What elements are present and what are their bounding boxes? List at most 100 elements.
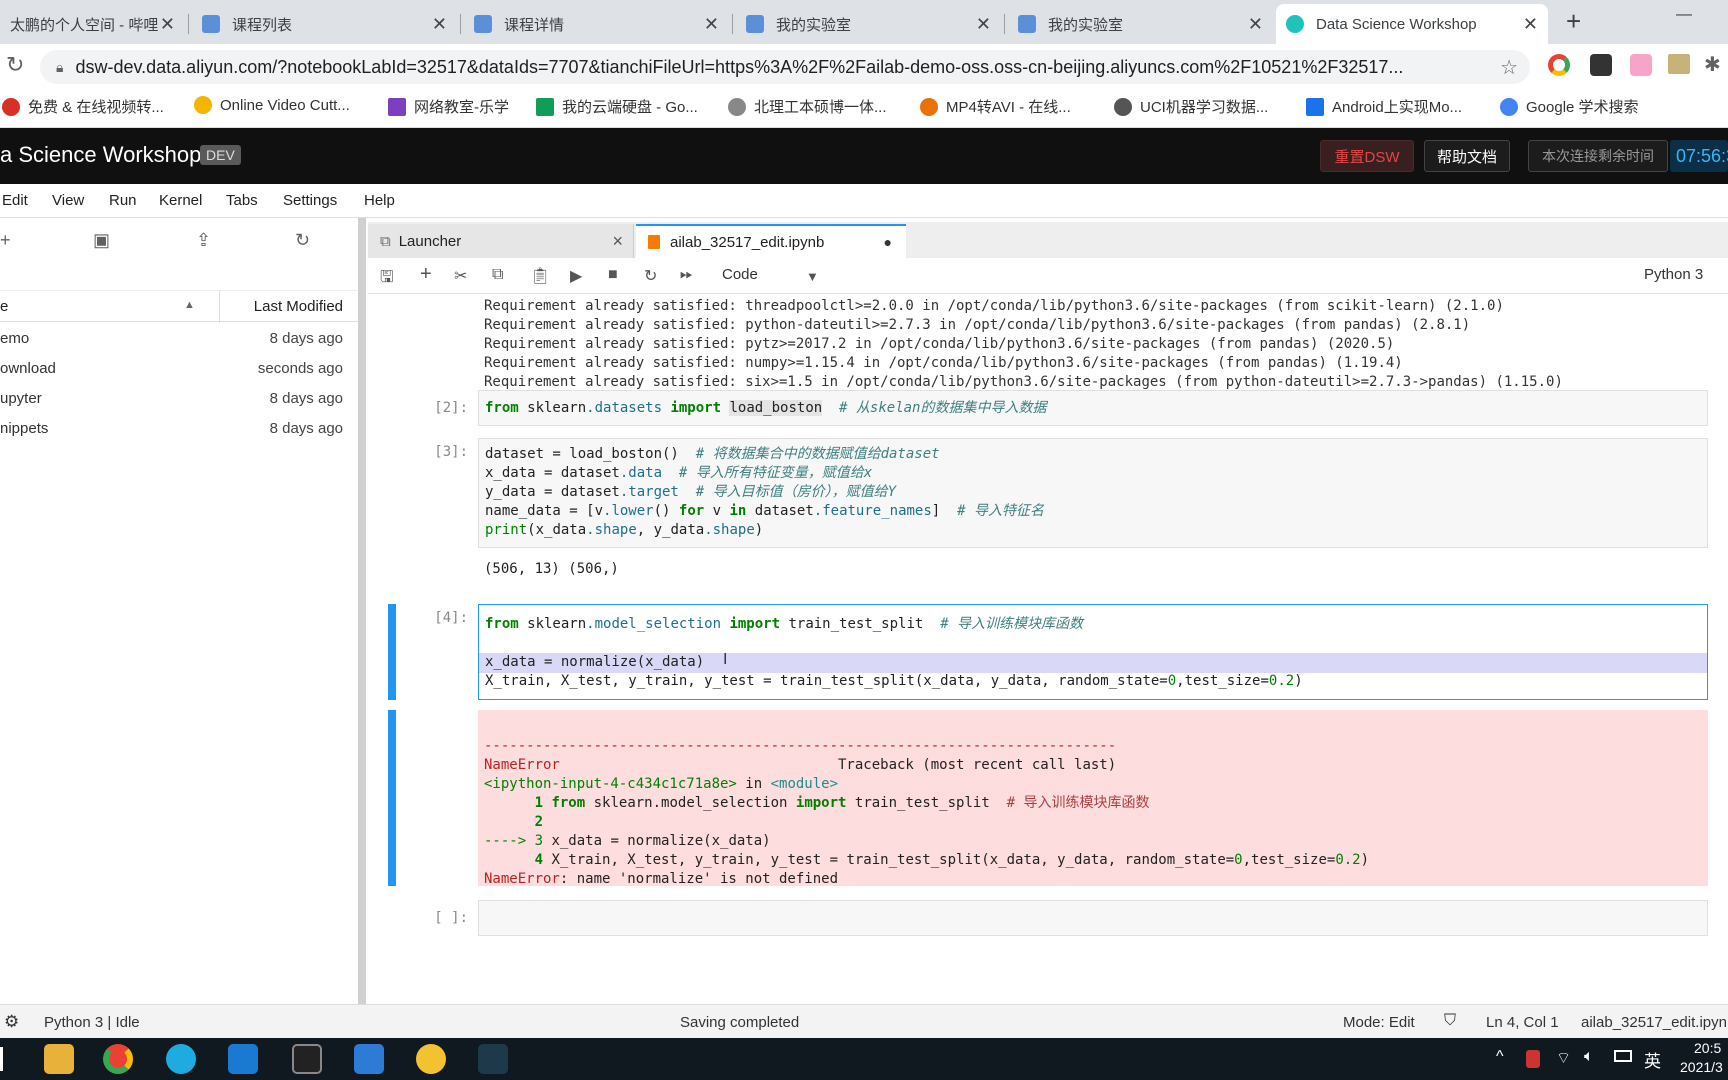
file-row[interactable]: upyter 8 days ago (0, 384, 359, 414)
file-row[interactable]: emo 8 days ago (0, 324, 359, 354)
wifi-icon[interactable]: ⌔ (1556, 1048, 1571, 1068)
cell-type-select[interactable]: Code (722, 266, 758, 283)
close-icon[interactable]: ✕ (704, 14, 719, 35)
browser-tab-5[interactable]: 我的实验室 ✕ (1008, 4, 1273, 44)
chevron-down-icon[interactable]: ▼ (806, 269, 819, 284)
close-icon[interactable]: ✕ (1523, 14, 1538, 35)
extension-icon[interactable] (1668, 54, 1690, 74)
remaining-time-label: 本次连接剩余时间 (1528, 140, 1668, 172)
new-tab-button[interactable]: + (1566, 6, 1581, 37)
add-cell-icon[interactable]: + (420, 263, 432, 286)
menu-kernel[interactable]: Kernel (159, 192, 202, 209)
code-cell[interactable]: from sklearn.datasets import load_boston… (478, 390, 1708, 426)
run-icon[interactable]: ▶ (570, 266, 582, 286)
browser-tab-1[interactable]: 太鹏的个人空间 - 哔哩 ✕ (0, 4, 185, 44)
bookmark-favicon-icon (1306, 97, 1324, 116)
puzzle-icon[interactable]: ✱ (1704, 52, 1721, 77)
tray-app-icon[interactable] (1526, 1050, 1540, 1068)
paste-icon[interactable]: 📋︎ (530, 266, 550, 286)
app-icon[interactable] (478, 1044, 508, 1074)
bookmark-item[interactable]: 网络教室-乐学 (388, 96, 509, 117)
gear-icon[interactable]: ⚙ (4, 1012, 19, 1032)
clock-time[interactable]: 20:5 (1694, 1040, 1721, 1056)
bookmark-item[interactable]: UCI机器学习数据... (1114, 96, 1268, 117)
close-icon[interactable]: ✕ (432, 14, 447, 35)
browser-tab-3[interactable]: 课程详情 ✕ (464, 4, 729, 44)
shield-icon[interactable]: ⛉ (1444, 1012, 1456, 1030)
code-cell-empty[interactable] (478, 900, 1708, 936)
save-icon[interactable]: 🖫 (380, 266, 394, 293)
minimize-button[interactable]: — (1676, 6, 1692, 24)
new-launcher-icon[interactable]: + (0, 230, 11, 251)
cursor-position[interactable]: Ln 4, Col 1 (1486, 1014, 1559, 1031)
tab-notebook[interactable]: ailab_32517_edit.ipynb ● (636, 224, 906, 258)
menu-edit[interactable]: Edit (2, 192, 28, 209)
menu-tabs[interactable]: Tabs (226, 192, 258, 209)
menu-help[interactable]: Help (364, 192, 395, 209)
app-icon[interactable] (416, 1044, 446, 1074)
file-row[interactable]: ownload seconds ago (0, 354, 359, 384)
help-docs-button[interactable]: 帮助文档 (1424, 140, 1510, 172)
volume-icon[interactable]: 🔈︎ (1584, 1048, 1594, 1066)
restart-icon[interactable]: ↻ (644, 266, 657, 286)
bookmark-item[interactable]: Online Video Cutt... (194, 96, 350, 114)
unsaved-dot-icon[interactable]: ● (884, 234, 892, 250)
copy-icon[interactable]: ⧉ (492, 266, 503, 284)
file-explorer-icon[interactable] (44, 1044, 74, 1074)
tab-launcher[interactable]: ⧉ Launcher × (368, 224, 634, 258)
extension-icon[interactable] (1548, 54, 1570, 76)
code-cell[interactable]: dataset = load_boston() # 将数据集合中的数据赋值给da… (478, 438, 1708, 548)
ime-indicator[interactable]: 英 (1644, 1047, 1661, 1072)
cell-output: (506, 13) (506,) (484, 561, 619, 577)
menu-settings[interactable]: Settings (283, 192, 337, 209)
browser-tab-4[interactable]: 我的实验室 ✕ (736, 4, 1001, 44)
stop-icon[interactable]: ■ (608, 266, 618, 284)
extension-icon[interactable] (1590, 54, 1612, 76)
code-cell-active[interactable]: from sklearn.model_selection import trai… (478, 604, 1708, 700)
vscode-icon[interactable] (228, 1044, 258, 1074)
bookmark-star-icon[interactable]: ☆ (1500, 55, 1518, 80)
extension-icon[interactable] (1630, 54, 1652, 76)
bookmark-item[interactable]: 北理工本硕博一体... (728, 96, 887, 117)
output-collapser[interactable] (388, 710, 396, 886)
reload-icon[interactable]: ↻ (6, 52, 24, 78)
battery-icon[interactable] (1614, 1050, 1632, 1062)
bookmark-item[interactable]: Google 学术搜索 (1500, 96, 1639, 117)
chevron-up-icon[interactable]: ^ (1496, 1048, 1504, 1066)
bookmark-item[interactable]: 免费 & 在线视频转... (2, 96, 164, 117)
menu-view[interactable]: View (52, 192, 84, 209)
bookmark-item[interactable]: 我的云端硬盘 - Go... (536, 96, 698, 117)
chrome-icon[interactable] (103, 1044, 133, 1074)
browser-tab-2[interactable]: 课程列表 ✕ (192, 4, 457, 44)
sort-ascending-icon[interactable]: ▲ (184, 299, 195, 311)
browser-tab-active[interactable]: Data Science Workshop ✕ (1276, 4, 1548, 44)
menu-run[interactable]: Run (109, 192, 137, 209)
bookmark-item[interactable]: Android上实现Mo... (1306, 96, 1462, 117)
cut-icon[interactable]: ✂ (454, 266, 467, 286)
bookmark-item[interactable]: MP4转AVI - 在线... (920, 96, 1071, 117)
refresh-icon[interactable]: ↻ (295, 230, 310, 251)
new-folder-icon[interactable]: ▣ (93, 230, 110, 251)
column-modified-header[interactable]: Last Modified (254, 298, 343, 315)
lock-icon[interactable]: 🔒︎ (56, 59, 63, 76)
column-name-header[interactable]: e (0, 298, 8, 315)
mode-status[interactable]: Mode: Edit (1343, 1014, 1415, 1031)
run-all-icon[interactable]: ⏩︎ (680, 266, 693, 284)
word-icon[interactable] (354, 1044, 384, 1074)
kernel-name[interactable]: Python 3 (1644, 266, 1703, 283)
close-icon[interactable]: ✕ (976, 14, 991, 35)
terminal-icon[interactable] (292, 1044, 322, 1074)
start-icon[interactable] (0, 1047, 3, 1071)
address-bar[interactable]: 🔒︎ dsw-dev.data.aliyun.com/?notebookLabI… (40, 50, 1530, 84)
reset-dsw-button[interactable]: 重置DSW (1320, 140, 1414, 172)
close-icon[interactable]: × (612, 231, 623, 252)
close-icon[interactable]: ✕ (1248, 14, 1263, 35)
edge-icon[interactable] (166, 1044, 196, 1074)
panel-splitter[interactable] (358, 218, 366, 1004)
upload-icon[interactable]: ⇪ (196, 230, 211, 251)
close-icon[interactable]: ✕ (160, 14, 175, 35)
kernel-status[interactable]: Python 3 | Idle (44, 1014, 140, 1031)
file-row[interactable]: nippets 8 days ago (0, 414, 359, 444)
clock-date[interactable]: 2021/3 (1680, 1059, 1723, 1075)
browser-toolbar: ↻ 🔒︎ dsw-dev.data.aliyun.com/?notebookLa… (0, 44, 1728, 88)
